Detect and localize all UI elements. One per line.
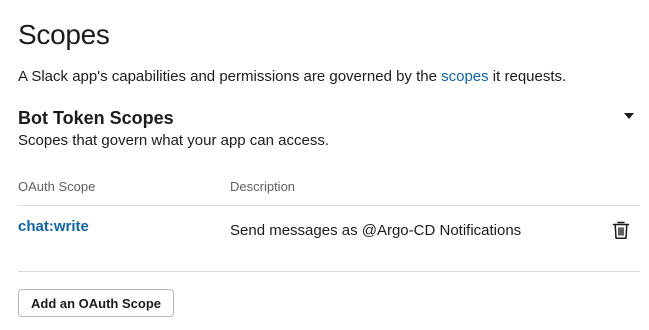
bot-token-scopes-subtitle: Scopes that govern what your app can acc… — [18, 132, 330, 149]
intro-text: A Slack app's capabilities and permissio… — [18, 67, 566, 87]
oauth-scope-column-header: OAuth Scope — [18, 179, 96, 194]
caret-down-icon[interactable] — [624, 113, 634, 119]
scope-description: Send messages as @Argo-CD Notifications — [230, 222, 522, 239]
table-divider-top — [18, 205, 640, 206]
table-divider-bottom — [18, 271, 640, 272]
page-title: Scopes — [18, 19, 110, 50]
trash-icon[interactable] — [612, 220, 630, 240]
intro-text-end: it requests. — [488, 68, 567, 85]
bot-token-scopes-heading: Bot Token Scopes — [18, 108, 174, 128]
intro-text-start: A Slack app's capabilities and permissio… — [18, 68, 442, 85]
scope-name-link[interactable]: chat:write — [18, 217, 89, 237]
add-oauth-scope-button[interactable]: Add an OAuth Scope — [18, 289, 174, 317]
description-column-header: Description — [230, 179, 296, 194]
scopes-page: Scopes A Slack app's capabilities and pe… — [0, 0, 649, 330]
scopes-link[interactable]: scopes — [441, 68, 489, 85]
